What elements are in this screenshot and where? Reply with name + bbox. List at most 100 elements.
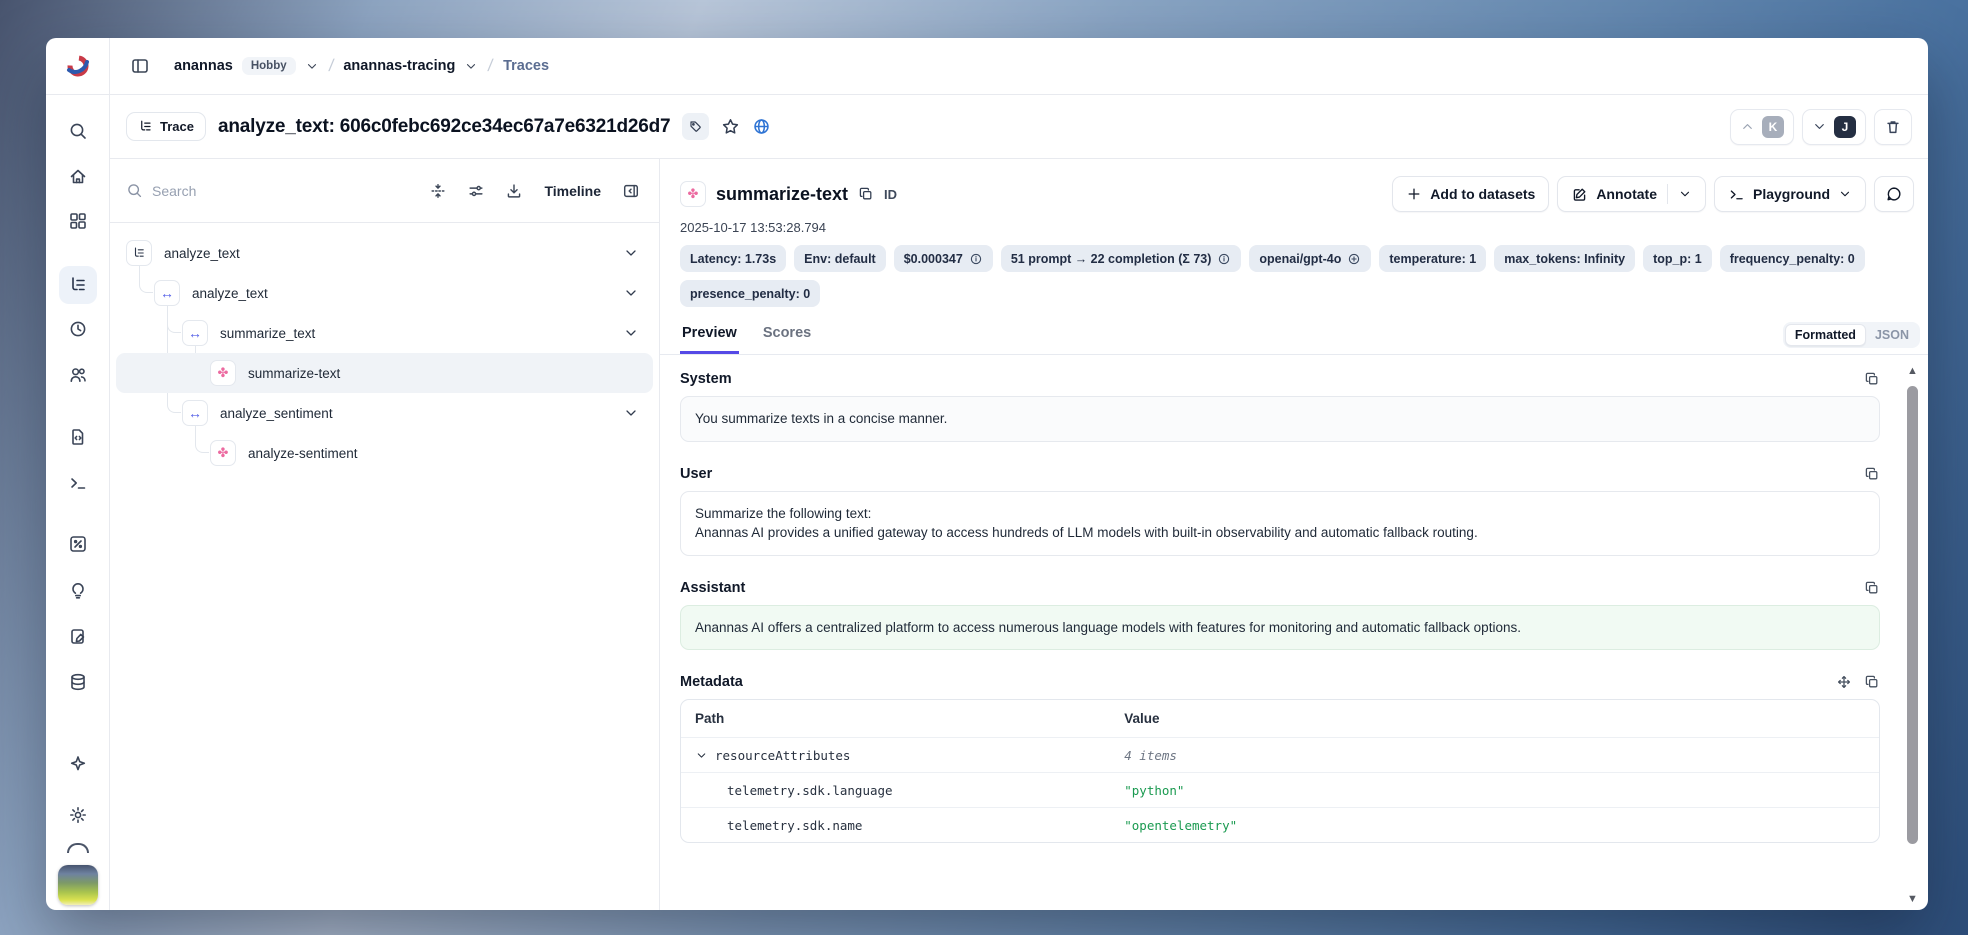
terminal-icon	[1728, 186, 1745, 203]
copy-icon[interactable]	[1864, 674, 1880, 690]
tree-item-summarize-text-generation[interactable]: ✤ summarize-text	[116, 353, 653, 393]
upgrade-sparkle-icon[interactable]	[59, 745, 97, 783]
format-formatted-option[interactable]: Formatted	[1785, 324, 1866, 346]
format-json-option[interactable]: JSON	[1866, 325, 1918, 345]
tree-search[interactable]	[126, 182, 416, 199]
tree-item-analyze-text-span[interactable]: ↔ analyze_text	[116, 273, 653, 313]
playground-button[interactable]: Playground	[1714, 176, 1866, 212]
prompts-file-icon[interactable]	[59, 418, 97, 456]
scrollbar-thumb[interactable]	[1907, 386, 1918, 844]
chevron-down-icon[interactable]	[1678, 187, 1692, 201]
globe-icon	[752, 117, 771, 136]
trace-tree-icon	[138, 119, 153, 134]
annotate-button[interactable]: Annotate	[1557, 176, 1706, 212]
bookmark-button[interactable]	[721, 117, 740, 136]
profile-arc-icon[interactable]	[67, 843, 89, 853]
add-to-datasets-button[interactable]: Add to datasets	[1392, 176, 1549, 212]
cost-badge[interactable]: $0.000347	[894, 245, 993, 272]
span-node-icon: ↔	[182, 400, 208, 426]
playground-label: Playground	[1753, 186, 1830, 202]
scroll-up-arrow[interactable]: ▲	[1905, 364, 1920, 378]
collapse-all-button[interactable]	[422, 175, 454, 207]
breadcrumb-page-traces[interactable]: Traces	[503, 58, 549, 74]
model-badge[interactable]: openai/gpt-4o	[1249, 245, 1371, 272]
download-button[interactable]	[498, 175, 530, 207]
public-share-button[interactable]	[752, 117, 771, 136]
workspace-avatar[interactable]	[58, 865, 98, 905]
playground-terminal-icon[interactable]	[59, 464, 97, 502]
edit-icon	[1571, 186, 1588, 203]
copy-icon[interactable]	[1864, 466, 1880, 482]
home-icon[interactable]	[59, 158, 97, 196]
tokens-badge[interactable]: 51 prompt → 22 completion (Σ 73)	[1001, 245, 1242, 272]
search-icon[interactable]	[59, 112, 97, 150]
tree-item-analyze-sentiment-generation[interactable]: ✤ analyze-sentiment	[116, 433, 653, 473]
observation-title: summarize-text	[716, 184, 848, 205]
brand-logo-icon	[65, 53, 91, 79]
plus-icon	[1406, 186, 1422, 202]
datasets-database-icon[interactable]	[59, 663, 97, 701]
chevron-down-icon[interactable]	[623, 245, 639, 261]
scroll-down-arrow[interactable]: ▼	[1905, 892, 1920, 906]
comments-button[interactable]	[1874, 176, 1914, 212]
tree-settings-button[interactable]	[460, 175, 492, 207]
id-label: ID	[884, 187, 897, 202]
tree-toolbar: Timeline	[110, 159, 659, 223]
metadata-row-resource-attributes[interactable]: resourceAttributes 4 items	[681, 737, 1879, 772]
vertical-scrollbar[interactable]: ▲ ▼	[1905, 364, 1920, 906]
metadata-section-header: Metadata	[680, 674, 1880, 690]
sessions-clock-icon[interactable]	[59, 310, 97, 348]
observation-detail-panel: ✤ summarize-text ID Add to datasets	[660, 159, 1928, 910]
tree-item-analyze-sentiment-span[interactable]: ↔ analyze_sentiment	[116, 393, 653, 433]
chevron-down-icon[interactable]	[623, 325, 639, 341]
tag-button[interactable]	[682, 113, 709, 140]
system-message-box: You summarize texts in a concise manner.	[680, 396, 1880, 442]
trace-title: analyze_text: 606c0febc692ce34ec67a7e632…	[218, 116, 670, 138]
tracing-icon[interactable]	[59, 266, 97, 304]
insights-lightbulb-icon[interactable]	[59, 571, 97, 609]
metadata-row-sdk-name[interactable]: telemetry.sdk.name "opentelemetry"	[681, 807, 1879, 842]
timeline-toggle[interactable]: Timeline	[536, 183, 609, 199]
settings-gear-icon[interactable]	[59, 796, 97, 834]
breadcrumb-project[interactable]: anannas-tracing	[343, 58, 478, 74]
metadata-path: resourceAttributes	[715, 748, 850, 763]
expand-move-icon[interactable]	[1836, 674, 1852, 690]
tree-item-analyze-text-trace[interactable]: analyze_text	[116, 233, 653, 273]
copy-id-button[interactable]	[858, 186, 874, 202]
next-trace-button[interactable]: J	[1802, 109, 1866, 145]
tab-scores[interactable]: Scores	[761, 325, 813, 354]
annotate-label: Annotate	[1596, 186, 1657, 202]
sidebar-toggle-button[interactable]	[124, 50, 156, 82]
tree-search-input[interactable]	[152, 183, 416, 199]
copy-icon[interactable]	[1864, 371, 1880, 387]
breadcrumb-org[interactable]: anannas Hobby	[174, 57, 319, 75]
panel-left-icon	[130, 56, 150, 76]
chevron-down-icon[interactable]	[695, 749, 708, 762]
metadata-row-sdk-language[interactable]: telemetry.sdk.language "python"	[681, 772, 1879, 807]
annotation-clipboard-icon[interactable]	[59, 617, 97, 655]
evaluation-percent-icon[interactable]	[59, 525, 97, 563]
info-icon	[1217, 252, 1231, 266]
org-name: anannas	[174, 58, 233, 74]
chevron-up-icon	[1740, 119, 1755, 134]
app-window: anannas Hobby / anannas-tracing / Traces	[46, 38, 1928, 910]
app-logo[interactable]	[46, 38, 110, 94]
tab-preview[interactable]: Preview	[680, 325, 739, 354]
dashboards-icon[interactable]	[59, 202, 97, 240]
copy-icon[interactable]	[1864, 580, 1880, 596]
users-icon[interactable]	[59, 356, 97, 394]
prev-trace-button[interactable]: K	[1730, 109, 1794, 145]
tree-item-summarize-text-span[interactable]: ↔ summarize_text	[116, 313, 653, 353]
chevron-down-icon	[1812, 119, 1827, 134]
tree-item-label: analyze_sentiment	[220, 406, 333, 421]
assistant-message-box: Anannas AI offers a centralized platform…	[680, 605, 1880, 651]
collapse-panel-button[interactable]	[615, 175, 647, 207]
span-node-icon: ↔	[182, 320, 208, 346]
chevron-down-icon[interactable]	[623, 405, 639, 421]
user-section-header: User	[680, 466, 1880, 482]
temperature-badge: temperature: 1	[1379, 245, 1486, 272]
delete-trace-button[interactable]	[1874, 109, 1912, 145]
chevron-down-icon[interactable]	[623, 285, 639, 301]
column-path: Path	[681, 711, 1124, 726]
tree-item-label: analyze_text	[164, 246, 240, 261]
